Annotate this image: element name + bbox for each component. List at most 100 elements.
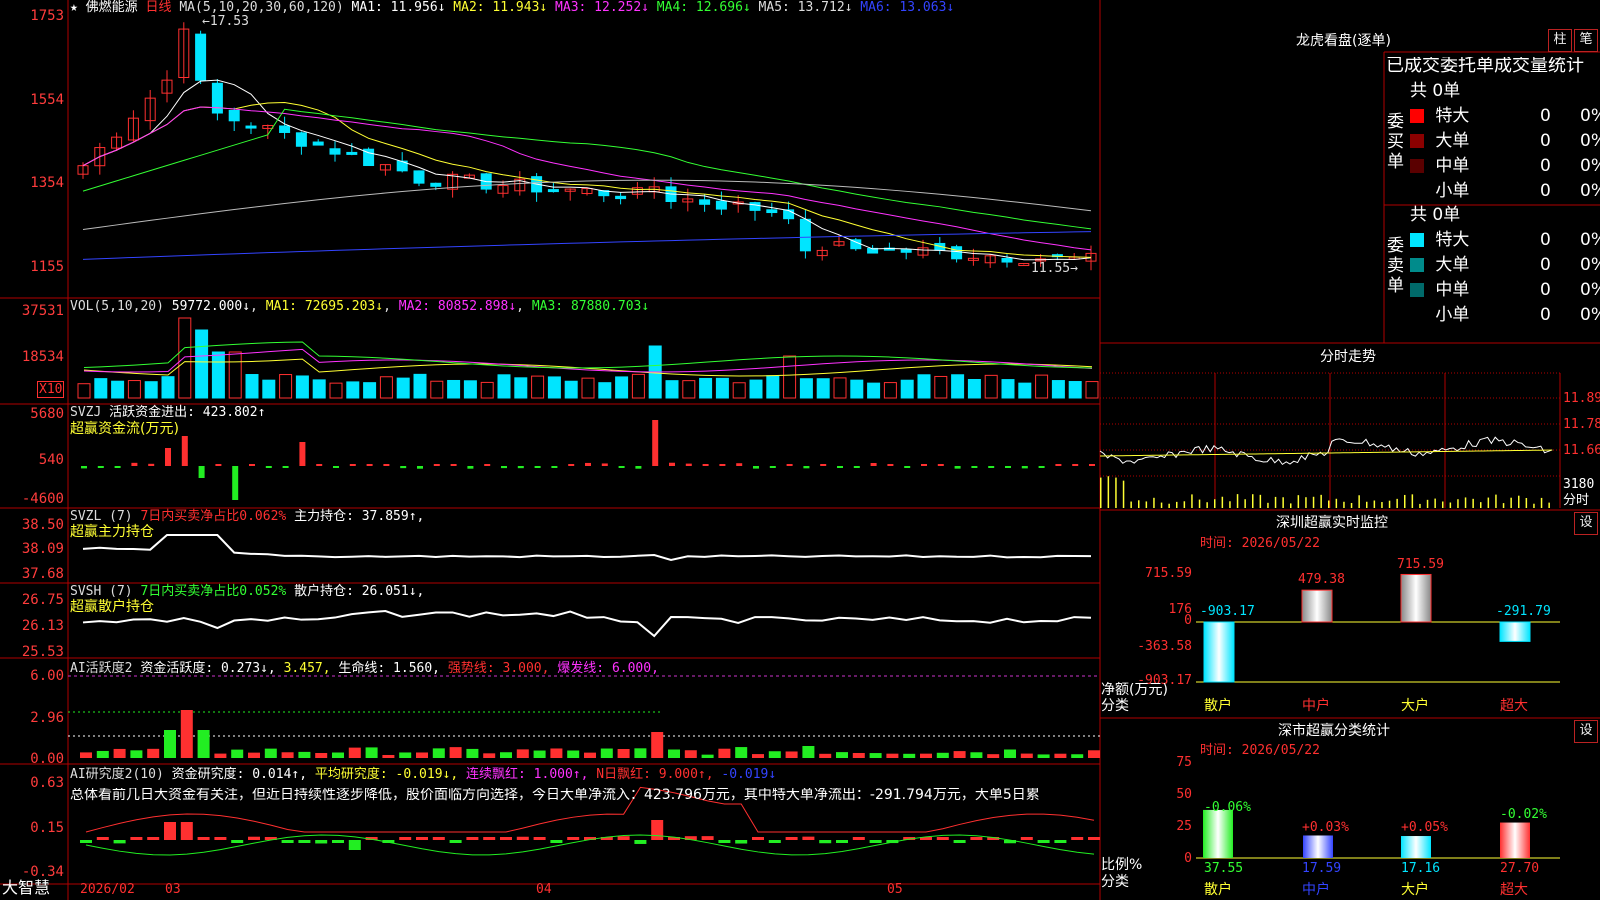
sell-row: 中单 0 0%	[1410, 282, 1600, 299]
research-bar	[970, 837, 983, 840]
intraday-volume-bar	[1290, 503, 1292, 508]
research-bar	[248, 836, 260, 840]
svzj-desc: 活跃资金进出: 423.802↑	[109, 405, 266, 420]
sell-row-name: 特大	[1435, 230, 1470, 250]
active-bar	[180, 710, 193, 758]
ai-research-e: -0.019↓	[721, 767, 777, 782]
candle-body	[799, 218, 811, 252]
intraday-volume-bar	[1176, 501, 1178, 508]
tick-view-button[interactable]: 笔	[1574, 29, 1598, 52]
active-bar	[1071, 754, 1084, 758]
classify-settings-button[interactable]: 设	[1574, 720, 1598, 743]
research-bar	[80, 840, 92, 843]
research-bar	[315, 840, 328, 844]
sell-row: 特大 0 0%	[1410, 232, 1600, 249]
monitor-category: 散户	[1204, 698, 1232, 714]
date-label-2: 03	[165, 882, 181, 897]
fund-flow-bar	[753, 466, 759, 469]
volume-bar	[279, 374, 293, 399]
fund-flow-bar	[853, 466, 860, 468]
intraday-tick-1: 11.89	[1563, 391, 1600, 406]
fund-flow-bar	[232, 466, 239, 500]
intraday-volume-bar	[1115, 477, 1117, 508]
research-bar	[466, 837, 479, 840]
buy-row-pct: 0%	[1580, 181, 1600, 201]
active-bar	[617, 748, 630, 758]
svzj-title: SVZJ	[70, 405, 102, 420]
intraday-volume-bar	[1525, 497, 1528, 508]
buy-side-label: 委买单	[1387, 112, 1404, 172]
ai-active-c: 生命线: 1.560,	[338, 661, 441, 676]
classify-bar-0	[1203, 809, 1233, 858]
column-view-button[interactable]: 柱	[1548, 29, 1572, 52]
fund-flow-bar	[585, 462, 591, 466]
sell-row-count: 0	[1540, 305, 1551, 325]
classify-value: 37.55	[1204, 861, 1244, 876]
active-bar	[483, 753, 496, 758]
classify-category: 中户	[1302, 882, 1330, 898]
buy-swatch	[1410, 181, 1424, 201]
volume-bar	[967, 379, 981, 399]
ma6-value: MA6: 13.063↓	[860, 0, 955, 15]
classify-tick: 75	[1176, 755, 1192, 770]
active-bar	[281, 752, 294, 758]
period-label[interactable]: 日线	[146, 0, 172, 15]
monitor-settings-button[interactable]: 设	[1574, 512, 1598, 535]
active-bar	[1054, 753, 1067, 758]
favorite-star-icon[interactable]: ★	[70, 0, 78, 15]
volume-bar	[598, 382, 612, 399]
intraday-tick-2: 11.78	[1563, 417, 1600, 432]
research-bar	[768, 840, 781, 843]
research-bar	[869, 840, 882, 843]
monitor-ylabel: 净额(万元)	[1101, 682, 1168, 698]
buy-row-count: 0	[1540, 156, 1551, 176]
fund-flow-bar	[887, 464, 894, 466]
active-bar	[953, 751, 966, 758]
volume-bar	[245, 374, 259, 399]
svzl-title: SVZL (7)	[70, 509, 133, 524]
fund-flow-bar	[1038, 466, 1045, 468]
research-bar	[651, 820, 664, 840]
candle-body	[783, 209, 795, 220]
volume-bar	[581, 377, 595, 399]
research-bar	[399, 837, 412, 840]
research-bar	[852, 837, 865, 840]
sell-row-name: 中单	[1435, 280, 1470, 300]
ma-label: MA(5,10,20,30,60,120)	[179, 0, 344, 15]
research-bar	[180, 822, 193, 840]
date-label-1: 2026/02	[80, 882, 135, 897]
research-bar	[197, 837, 210, 840]
fund-flow-bar	[837, 466, 843, 468]
volume-bar	[883, 382, 897, 399]
sell-row: 大单 0 0%	[1410, 257, 1600, 274]
research-bar	[735, 840, 748, 844]
active-bar	[1020, 753, 1033, 758]
ai-active-tick-3: 0.00	[30, 751, 64, 767]
intraday-volume-bar	[1381, 502, 1383, 508]
date-label-4: 05	[887, 882, 903, 897]
dragon-header: 已成交委托单成交量统计	[1386, 57, 1584, 75]
svsh-hold: 散户持仓: 26.051↓,	[294, 584, 425, 599]
intraday-volume-bar	[1442, 501, 1444, 508]
active-bar	[113, 748, 126, 758]
classify-ylabel: 比例%	[1101, 857, 1143, 873]
retail-position-line	[82, 610, 1092, 638]
candle-body	[211, 82, 223, 114]
svzl-subtitle: 超赢主力持仓	[70, 524, 154, 540]
volume-bar	[430, 380, 444, 399]
active-bar	[970, 752, 983, 758]
volume-bar	[413, 373, 427, 399]
intraday-volume-bar	[1206, 502, 1208, 508]
research-bar	[718, 840, 731, 843]
brand-logo[interactable]: 大智慧	[2, 880, 50, 896]
sell-row-count: 0	[1540, 280, 1551, 300]
classify-bar-3	[1500, 822, 1530, 858]
active-bar	[634, 748, 647, 758]
research-bar	[953, 840, 966, 843]
ai-research-c: 连续飘红: 1.000↑,	[466, 767, 589, 782]
volume-bar	[211, 351, 225, 399]
candle-body	[413, 170, 425, 184]
chart-canvas[interactable]	[0, 0, 1600, 900]
buy-row-name: 特大	[1435, 106, 1470, 126]
volume-bar	[329, 382, 343, 399]
